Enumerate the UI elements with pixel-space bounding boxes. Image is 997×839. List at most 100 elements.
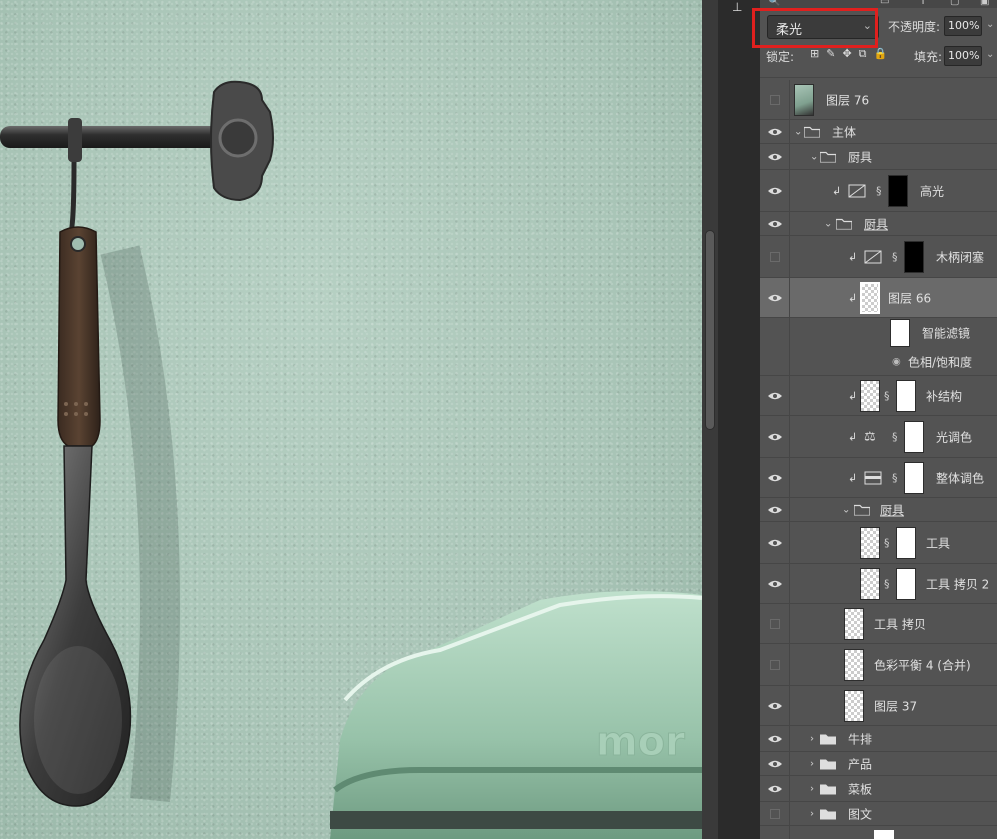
chevron-down-icon[interactable]: ⌄ — [842, 504, 850, 515]
layer-mask-thumbnail[interactable] — [888, 174, 908, 207]
fill-input[interactable]: 100% — [944, 46, 982, 66]
visibility-toggle[interactable] — [760, 170, 790, 211]
visibility-toggle[interactable] — [760, 278, 790, 317]
visibility-toggle[interactable] — [760, 376, 790, 415]
visibility-toggle[interactable] — [760, 522, 790, 563]
opacity-input[interactable]: 100% — [944, 16, 982, 36]
group-row[interactable]: › 产品 — [760, 752, 997, 776]
link-icon[interactable]: § — [892, 471, 898, 484]
lock-all-icon[interactable]: 🔒 — [874, 47, 888, 61]
visibility-toggle[interactable] — [760, 144, 790, 169]
eye-icon — [768, 702, 782, 709]
visibility-toggle[interactable] — [760, 604, 790, 643]
layer-row-selected[interactable]: ↲ 图层 66 — [760, 278, 997, 318]
smart-object-filter-icon[interactable]: ▣ — [980, 0, 989, 7]
layer-mask-thumbnail[interactable] — [896, 526, 916, 559]
visibility-toggle[interactable] — [760, 120, 790, 143]
opacity-chevron-icon[interactable]: ⌄ — [986, 19, 994, 30]
eye-icon — [768, 392, 782, 399]
smart-filter-row[interactable]: 智能滤镜 — [760, 318, 997, 348]
visibility-toggle[interactable] — [760, 498, 790, 521]
visibility-toggle[interactable] — [760, 80, 790, 119]
link-icon[interactable]: § — [884, 389, 890, 402]
layer-mask-thumbnail[interactable] — [904, 240, 924, 273]
layers-panel: 🔍 ▭ T ▢ ▣ 柔光 ⌄ 不透明度: 100% ⌄ 锁定: ⊞ ✎ ✥ ⧉ … — [752, 0, 997, 839]
curves-adjustment-icon — [864, 249, 882, 264]
chevron-right-icon[interactable]: › — [810, 733, 814, 744]
filter-icon[interactable]: ▭ — [880, 0, 889, 7]
chevron-right-icon[interactable]: › — [810, 808, 814, 819]
eye-icon — [768, 220, 782, 227]
vertical-scrollbar[interactable] — [702, 0, 718, 839]
link-icon[interactable]: § — [892, 250, 898, 263]
layer-mask-thumbnail[interactable] — [904, 420, 924, 453]
link-icon[interactable]: § — [884, 577, 890, 590]
lock-image-icon[interactable]: ✎ — [826, 47, 835, 61]
layer-row[interactable]: ↲ § 木柄闭塞 — [760, 236, 997, 278]
filter-eye-icon[interactable]: ◉ — [892, 356, 901, 367]
visibility-toggle[interactable] — [760, 236, 790, 277]
layer-row[interactable]: ↲ § 整体调色 — [760, 458, 997, 498]
layer-row[interactable]: 图层 76 — [760, 80, 997, 120]
layer-mask-thumbnail[interactable] — [896, 379, 916, 412]
group-row[interactable]: › 牛排 — [760, 726, 997, 752]
layer-name: 工具 拷贝 — [874, 617, 926, 631]
visibility-toggle[interactable] — [760, 318, 790, 348]
link-icon[interactable]: § — [892, 430, 898, 443]
layer-row[interactable]: 工具 拷贝 — [760, 604, 997, 644]
document-canvas[interactable]: mor — [0, 0, 702, 839]
lock-artboard-icon[interactable]: ⧉ — [859, 47, 867, 61]
group-row[interactable]: ⌄ 厨具 — [760, 498, 997, 522]
smart-object-thumbnail — [860, 281, 880, 314]
visibility-toggle[interactable] — [760, 776, 790, 801]
text-filter-icon[interactable]: T — [920, 0, 926, 7]
filter-mask-thumbnail[interactable] — [890, 319, 910, 347]
scrollbar-thumb[interactable] — [705, 230, 715, 430]
visibility-toggle[interactable] — [760, 686, 790, 725]
visibility-toggle[interactable] — [760, 416, 790, 457]
layer-row[interactable]: ↲ § 高光 — [760, 170, 997, 212]
link-icon[interactable]: § — [876, 184, 882, 197]
fill-chevron-icon[interactable]: ⌄ — [986, 49, 994, 60]
hidden-box-icon — [770, 618, 780, 629]
lock-position-icon[interactable]: ✥ — [842, 47, 851, 61]
layer-row[interactable]: ↲ ⚖ § 光调色 — [760, 416, 997, 458]
layer-row[interactable]: § 工具 拷贝 2 — [760, 564, 997, 604]
group-row[interactable]: › 图文 — [760, 802, 997, 826]
search-icon[interactable]: 🔍 — [768, 0, 780, 7]
chevron-down-icon[interactable]: ⌄ — [810, 151, 818, 162]
visibility-toggle[interactable] — [760, 752, 790, 775]
eye-icon — [768, 294, 782, 301]
visibility-toggle[interactable] — [760, 726, 790, 751]
layer-row[interactable]: ↲ § 补结构 — [760, 376, 997, 416]
group-row[interactable]: › 菜板 — [760, 776, 997, 802]
visibility-toggle[interactable] — [760, 348, 790, 375]
chevron-down-icon[interactable]: ⌄ — [794, 126, 802, 137]
group-row[interactable]: ⌄ 厨具 — [760, 144, 997, 170]
clipping-arrow-icon: ↲ — [832, 184, 842, 197]
link-icon[interactable]: § — [884, 536, 890, 549]
chevron-right-icon[interactable]: › — [810, 758, 814, 769]
chevron-down-icon[interactable]: ⌄ — [824, 218, 832, 229]
layer-name: 图层 66 — [888, 291, 932, 305]
layer-row[interactable]: 图层 37 — [760, 686, 997, 726]
layer-row[interactable]: § 工具 — [760, 522, 997, 564]
folder-icon — [804, 126, 820, 137]
lock-transparent-icon[interactable]: ⊞ — [810, 47, 819, 61]
shape-filter-icon[interactable]: ▢ — [950, 0, 959, 7]
filter-item-row[interactable]: ◉ 色相/饱和度 — [760, 348, 997, 376]
visibility-toggle[interactable] — [760, 212, 790, 235]
partial-layer-row — [760, 826, 997, 839]
visibility-toggle[interactable] — [760, 826, 790, 839]
move-tool-icon[interactable]: ⊥ — [732, 0, 752, 14]
layer-mask-thumbnail[interactable] — [904, 461, 924, 494]
group-row[interactable]: ⌄ 主体 — [760, 120, 997, 144]
visibility-toggle[interactable] — [760, 564, 790, 603]
visibility-toggle[interactable] — [760, 802, 790, 825]
layer-row[interactable]: 色彩平衡 4 (合并) — [760, 644, 997, 686]
layer-mask-thumbnail[interactable] — [896, 567, 916, 600]
chevron-right-icon[interactable]: › — [810, 783, 814, 794]
group-row[interactable]: ⌄ 厨具 — [760, 212, 997, 236]
visibility-toggle[interactable] — [760, 644, 790, 685]
visibility-toggle[interactable] — [760, 458, 790, 497]
